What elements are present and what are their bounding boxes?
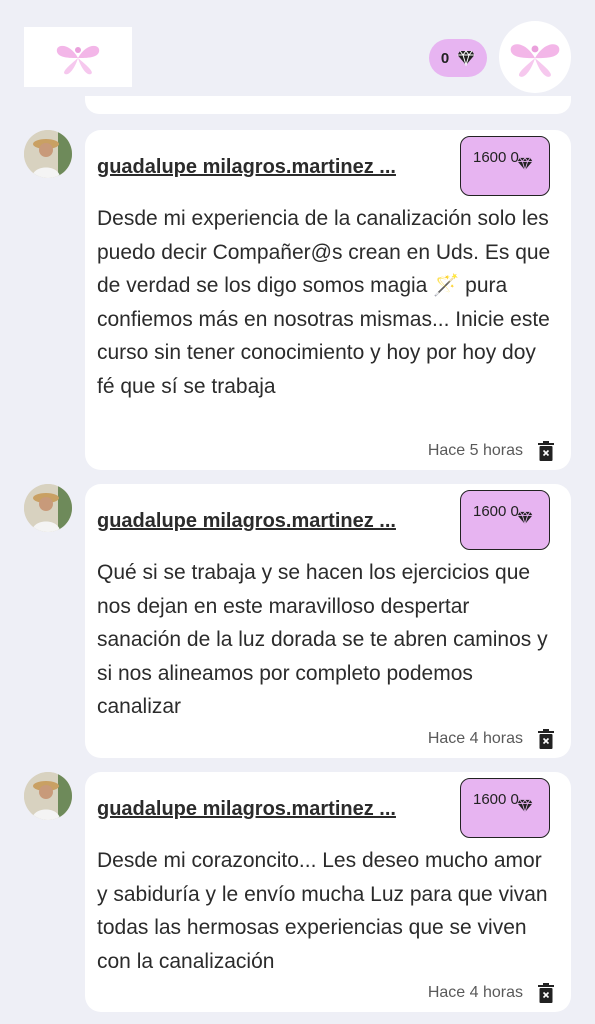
username-link[interactable]: guadalupe milagros.martinez ... bbox=[97, 798, 396, 821]
gem-amount: 1600 0 bbox=[473, 791, 519, 808]
diamond-icon bbox=[457, 50, 475, 66]
gem-amount: 1600 0 bbox=[473, 149, 519, 166]
gem-count: 0 bbox=[440, 49, 450, 67]
user-photo-icon bbox=[24, 484, 72, 532]
gem-badge[interactable]: 1600 0 bbox=[460, 136, 550, 196]
user-avatar[interactable] bbox=[24, 130, 72, 178]
gem-amount: 1600 0 bbox=[473, 503, 519, 520]
diamond-icon bbox=[517, 157, 533, 171]
fairy-wings-avatar-icon bbox=[510, 44, 560, 77]
gem-badge[interactable]: 1600 0 bbox=[460, 490, 550, 550]
gem-badge[interactable]: 1600 0 bbox=[460, 778, 550, 838]
comment-card: guadalupe milagros.martinez ... 1600 0 Q… bbox=[85, 484, 571, 758]
user-photo-icon bbox=[24, 130, 72, 178]
diamond-icon bbox=[517, 799, 533, 813]
diamond-icon bbox=[517, 511, 533, 525]
username-link[interactable]: guadalupe milagros.martinez ... bbox=[97, 510, 396, 533]
timestamp: Hace 4 horas bbox=[427, 730, 523, 747]
user-avatar[interactable] bbox=[24, 484, 72, 532]
comment-text: Qué si se trabaja y se hacen los ejercic… bbox=[97, 561, 548, 718]
comment-text: Desde mi experiencia de la canalización … bbox=[97, 207, 551, 398]
username-link[interactable]: guadalupe milagros.martinez ... bbox=[97, 156, 396, 179]
trash-icon[interactable] bbox=[537, 983, 555, 1003]
fairy-wings-logo-icon bbox=[56, 45, 100, 75]
app-logo[interactable] bbox=[24, 27, 132, 87]
user-avatar[interactable] bbox=[24, 772, 72, 820]
timestamp: Hace 5 horas bbox=[427, 442, 523, 459]
previous-card-edge bbox=[85, 96, 571, 114]
profile-avatar[interactable] bbox=[499, 21, 571, 93]
user-photo-icon bbox=[24, 772, 72, 820]
comment-text: Desde mi corazoncito... Les deseo mucho … bbox=[97, 849, 548, 973]
trash-icon[interactable] bbox=[537, 729, 555, 749]
trash-icon[interactable] bbox=[537, 441, 555, 461]
comment-card: guadalupe milagros.martinez ... 1600 0 D… bbox=[85, 130, 571, 470]
gem-counter[interactable]: 0 bbox=[429, 39, 487, 77]
app-header: 0 bbox=[0, 0, 595, 110]
comment-card: guadalupe milagros.martinez ... 1600 0 D… bbox=[85, 772, 571, 1012]
timestamp: Hace 4 horas bbox=[427, 984, 523, 1001]
